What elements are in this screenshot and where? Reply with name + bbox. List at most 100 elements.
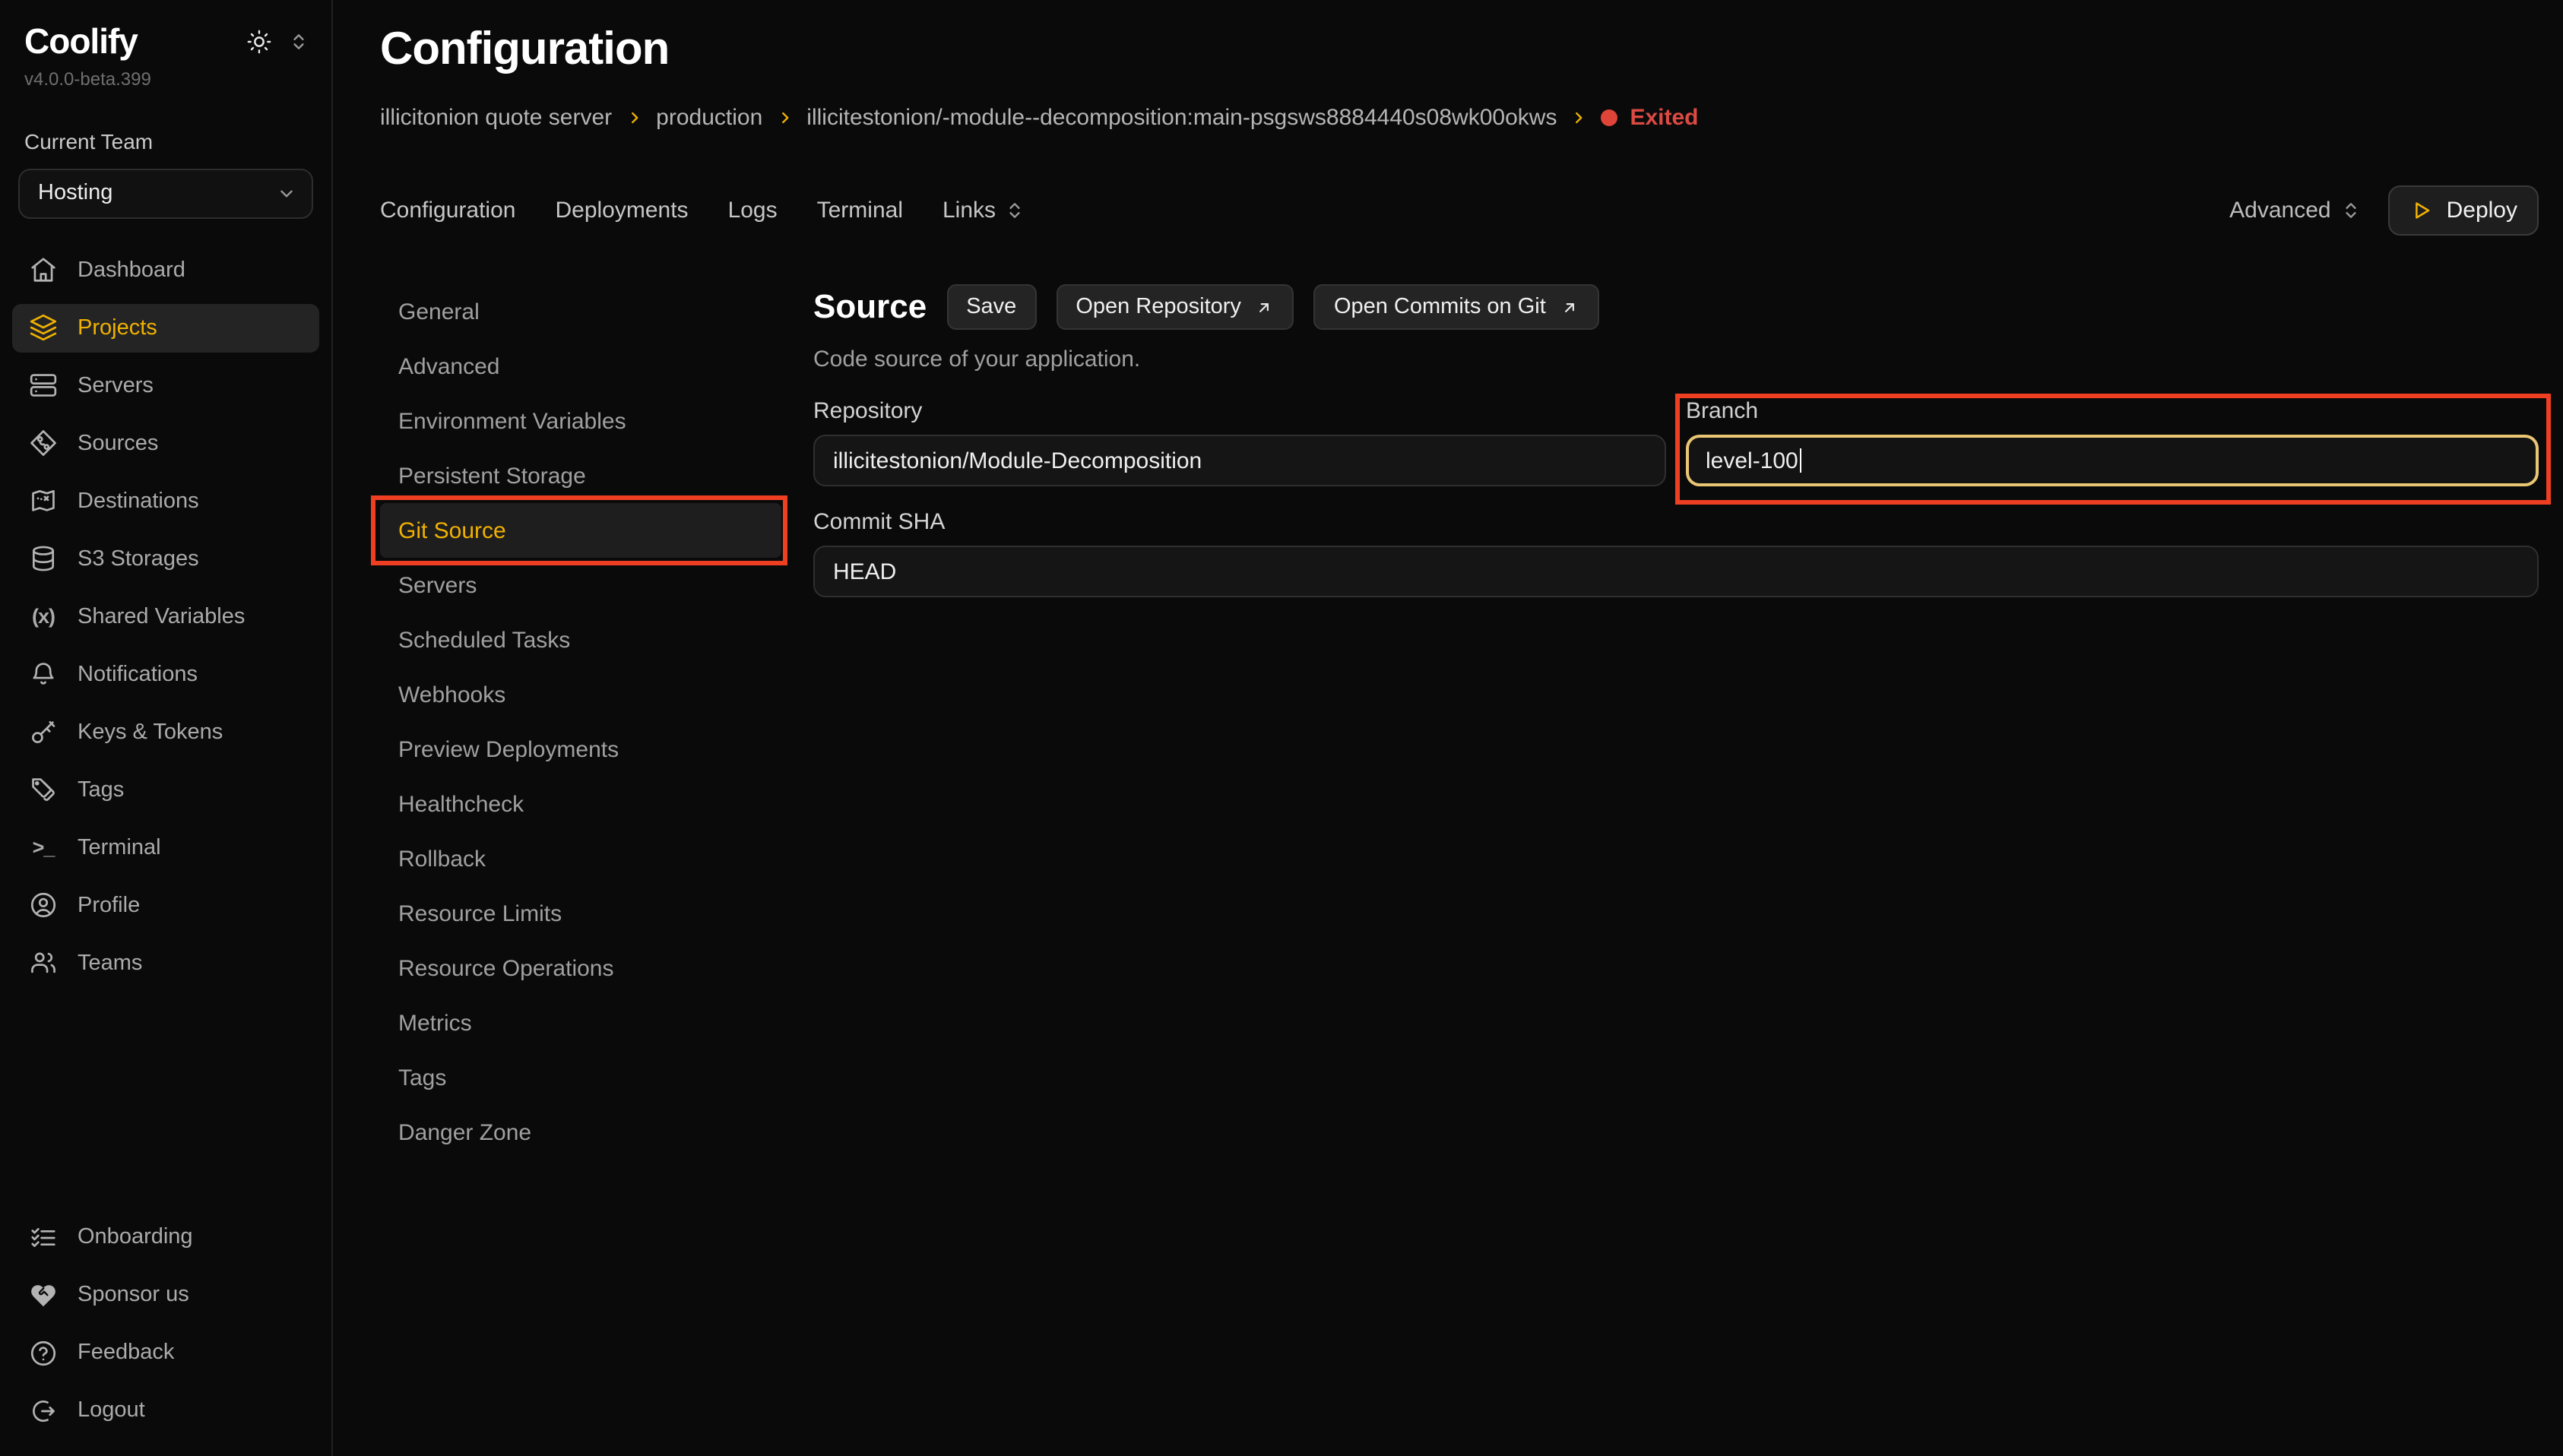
git-source-icon xyxy=(29,429,58,457)
repository-label: Repository xyxy=(813,398,1666,424)
home-icon xyxy=(29,255,58,284)
sidebar-item-sponsor-us[interactable]: Sponsor us xyxy=(12,1271,319,1319)
sidebar-item-shared-variables[interactable]: (x)Shared Variables xyxy=(12,592,319,641)
source-heading: Source xyxy=(813,287,927,327)
status-badge: Exited xyxy=(1601,104,1698,130)
theme-sun-icon[interactable] xyxy=(246,29,272,55)
subnav-item-general[interactable]: General xyxy=(380,284,781,339)
subnav-item-preview-deployments[interactable]: Preview Deployments xyxy=(380,722,781,777)
sidebar-item-label: Servers xyxy=(78,373,154,397)
breadcrumb: illicitonion quote server production ill… xyxy=(380,103,2539,131)
branch-value: level-100 xyxy=(1706,448,1798,473)
sidebar-item-s3-storages[interactable]: S3 Storages xyxy=(12,534,319,583)
subnav-item-healthcheck[interactable]: Healthcheck xyxy=(380,777,781,831)
sidebar-item-onboarding[interactable]: Onboarding xyxy=(12,1213,319,1261)
sidebar-item-destinations[interactable]: Destinations xyxy=(12,476,319,525)
status-label: Exited xyxy=(1630,104,1698,130)
subnav-item-git-source[interactable]: Git Source xyxy=(380,503,781,558)
sidebar-item-teams[interactable]: Teams xyxy=(12,938,319,987)
heart-icon xyxy=(29,1280,58,1309)
deploy-button[interactable]: Deploy xyxy=(2389,185,2539,236)
terminal-icon: >_ xyxy=(29,836,58,859)
chevrons-up-down-icon xyxy=(2342,201,2362,220)
git-source-form: Source Save Open Repository Open Commits… xyxy=(813,284,2539,597)
sidebar-item-label: Sponsor us xyxy=(78,1283,189,1307)
subnav-item-environment-variables[interactable]: Environment Variables xyxy=(380,394,781,448)
subnav-item-resource-limits[interactable]: Resource Limits xyxy=(380,886,781,941)
help-circle-icon xyxy=(29,1338,58,1367)
tab-logs[interactable]: Logs xyxy=(728,198,778,223)
tabs-right: Advanced Deploy xyxy=(2229,185,2539,236)
tab-label: Terminal xyxy=(817,198,903,223)
subnav-item-servers[interactable]: Servers xyxy=(380,558,781,612)
source-fields: Repository Branch level-100 Commit SHA xyxy=(813,398,2539,597)
sidebar-item-label: Keys & Tokens xyxy=(78,720,223,744)
tab-configuration[interactable]: Configuration xyxy=(380,198,515,223)
tabs: Configuration Deployments Logs Terminal … xyxy=(380,198,1025,223)
sidebar-item-terminal[interactable]: >_Terminal xyxy=(12,823,319,872)
subnav-item-webhooks[interactable]: Webhooks xyxy=(380,667,781,722)
subnav-item-metrics[interactable]: Metrics xyxy=(380,995,781,1050)
sidebar-item-label: Onboarding xyxy=(78,1225,193,1249)
checklist-icon xyxy=(29,1223,58,1252)
branch-field-group: Branch level-100 xyxy=(1686,398,2539,486)
subnav-item-danger-zone[interactable]: Danger Zone xyxy=(380,1105,781,1160)
tab-label: Deployments xyxy=(555,198,688,223)
sidebar-item-keys-tokens[interactable]: Keys & Tokens xyxy=(12,707,319,756)
source-header: Source Save Open Repository Open Commits… xyxy=(813,284,2539,330)
commit-sha-label: Commit SHA xyxy=(813,509,2539,535)
subnav-item-tags[interactable]: Tags xyxy=(380,1050,781,1105)
sidebar-item-label: Destinations xyxy=(78,489,199,513)
layers-icon xyxy=(29,313,58,342)
chevrons-up-down-icon xyxy=(1005,201,1025,220)
subnav-item-scheduled-tasks[interactable]: Scheduled Tasks xyxy=(380,612,781,667)
sidebar-item-profile[interactable]: Profile xyxy=(12,881,319,929)
brand-icons xyxy=(246,29,309,55)
sidebar-item-feedback[interactable]: Feedback xyxy=(12,1328,319,1377)
open-repository-button[interactable]: Open Repository xyxy=(1056,284,1294,330)
tab-label: Logs xyxy=(728,198,778,223)
sidebar-item-label: Dashboard xyxy=(78,258,185,282)
sidebar-item-sources[interactable]: Sources xyxy=(12,419,319,467)
sidebar-item-projects[interactable]: Projects xyxy=(12,303,319,352)
tab-links[interactable]: Links xyxy=(943,198,1025,223)
advanced-dropdown[interactable]: Advanced xyxy=(2229,198,2361,223)
subnav-item-resource-operations[interactable]: Resource Operations xyxy=(380,941,781,995)
map-icon xyxy=(29,486,58,515)
breadcrumb-environment[interactable]: production xyxy=(656,104,762,130)
breadcrumb-project[interactable]: illicitonion quote server xyxy=(380,104,612,130)
chevron-right-icon xyxy=(626,109,642,125)
user-icon xyxy=(29,891,58,919)
subnav-item-rollback[interactable]: Rollback xyxy=(380,831,781,886)
repository-input[interactable] xyxy=(813,435,1666,486)
sidebar-item-logout[interactable]: Logout xyxy=(12,1386,319,1435)
external-link-icon xyxy=(1560,297,1579,317)
open-commits-button[interactable]: Open Commits on Git xyxy=(1314,284,1599,330)
status-dot-icon xyxy=(1601,109,1617,125)
sidebar-item-label: Projects xyxy=(78,315,157,340)
sidebar-item-notifications[interactable]: Notifications xyxy=(12,650,319,698)
sidebar-item-dashboard[interactable]: Dashboard xyxy=(12,245,319,294)
tab-terminal[interactable]: Terminal xyxy=(817,198,903,223)
sidebar-item-label: S3 Storages xyxy=(78,546,199,571)
source-description: Code source of your application. xyxy=(813,347,2539,372)
subnav-item-persistent-storage[interactable]: Persistent Storage xyxy=(380,448,781,503)
sidebar-item-label: Tags xyxy=(78,777,124,802)
tab-deployments[interactable]: Deployments xyxy=(555,198,688,223)
sidebar-item-tags[interactable]: Tags xyxy=(12,765,319,814)
breadcrumb-application[interactable]: illicitestonion/-module--decomposition:m… xyxy=(806,104,1557,130)
team-select[interactable]: Hosting xyxy=(18,168,313,218)
branch-input[interactable]: level-100 xyxy=(1686,435,2539,486)
theme-chevrons-up-down-icon[interactable] xyxy=(289,32,309,52)
subnav-item-advanced[interactable]: Advanced xyxy=(380,339,781,394)
server-icon xyxy=(29,371,58,400)
current-team-label: Current Team xyxy=(0,128,331,153)
repository-field-group: Repository xyxy=(813,398,1666,486)
sidebar-footer-menu: Onboarding Sponsor us Feedback Logout xyxy=(0,1213,331,1444)
page-title: Configuration xyxy=(380,24,2539,76)
commit-sha-field-group: Commit SHA xyxy=(813,509,2539,597)
tabs-row: Configuration Deployments Logs Terminal … xyxy=(380,185,2539,236)
save-button[interactable]: Save xyxy=(946,284,1036,330)
commit-sha-input[interactable] xyxy=(813,546,2539,597)
sidebar-item-servers[interactable]: Servers xyxy=(12,361,319,410)
